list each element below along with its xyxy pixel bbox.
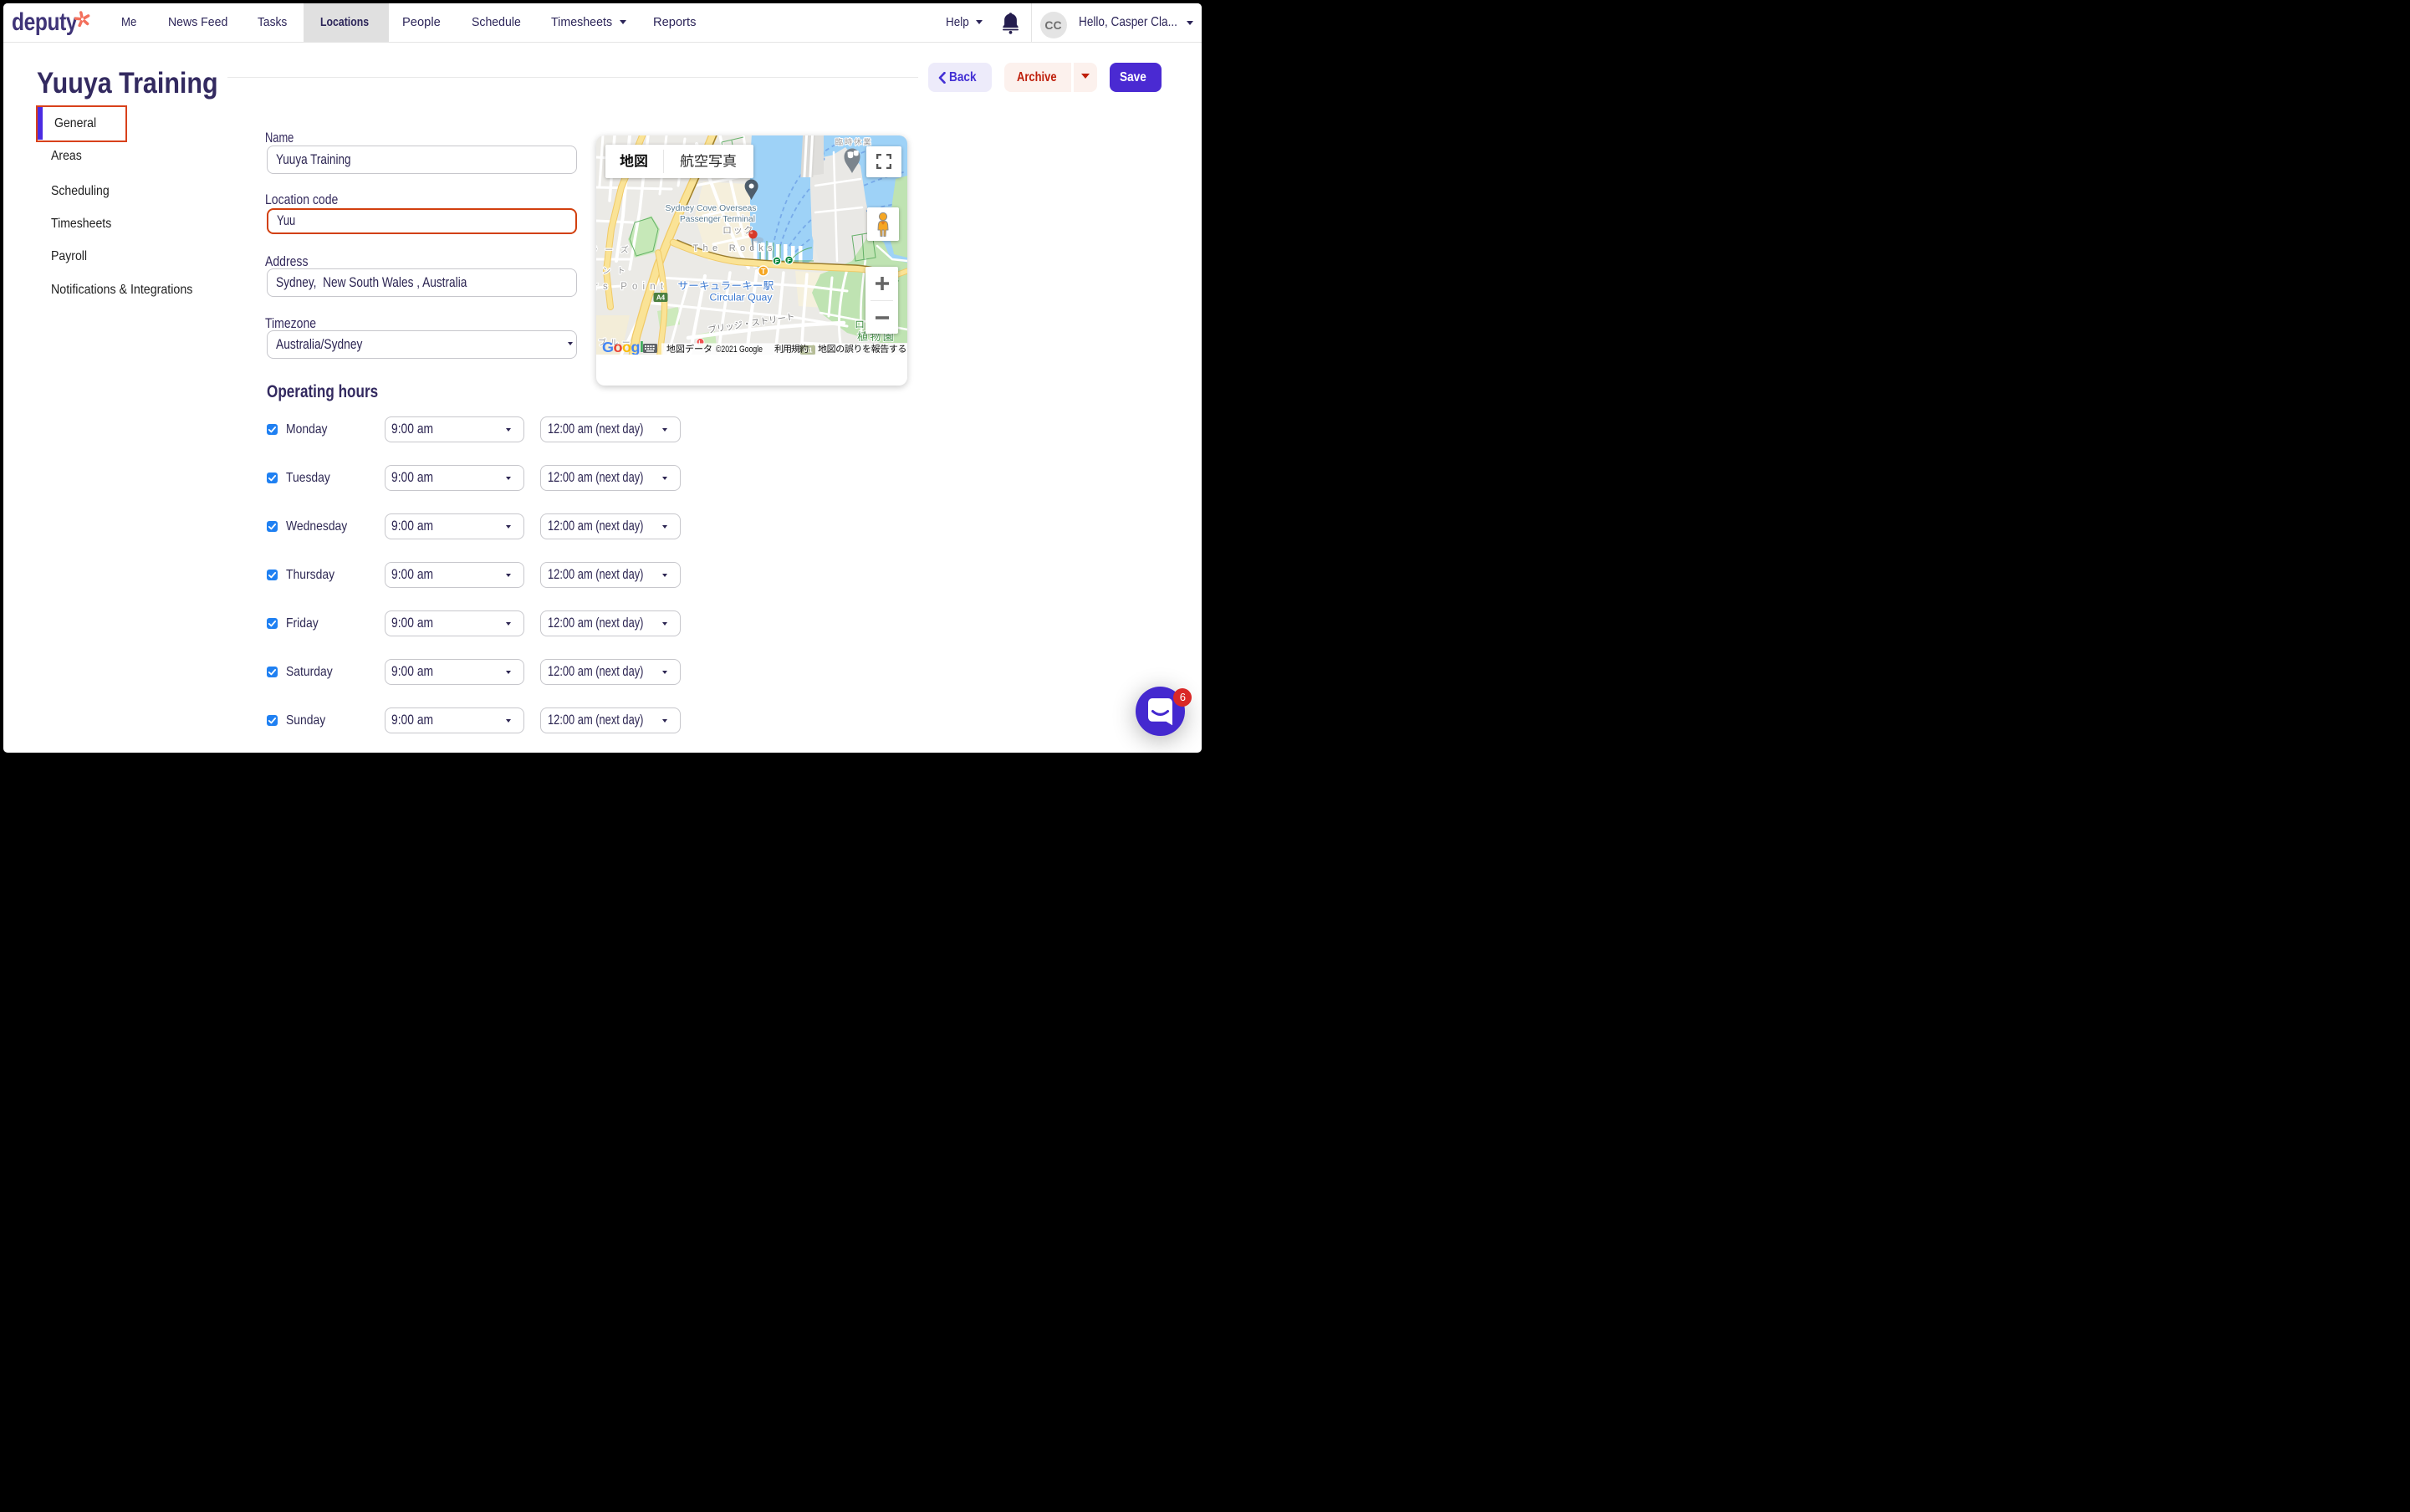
- svg-text:Passenger Terminal: Passenger Terminal: [680, 215, 755, 224]
- svg-text:M1: M1: [803, 346, 813, 354]
- svg-text:The Rocks: The Rocks: [693, 243, 774, 253]
- svg-text:©2021 Google: ©2021 Google: [716, 345, 763, 355]
- svg-text:F: F: [775, 258, 779, 265]
- svg-text:F: F: [787, 257, 791, 264]
- svg-text:T: T: [761, 267, 766, 275]
- svg-text:Sydney Cove Overseas: Sydney Cove Overseas: [666, 204, 757, 213]
- svg-text:A4: A4: [656, 294, 666, 301]
- svg-text:Circular Quay: Circular Quay: [710, 293, 773, 303]
